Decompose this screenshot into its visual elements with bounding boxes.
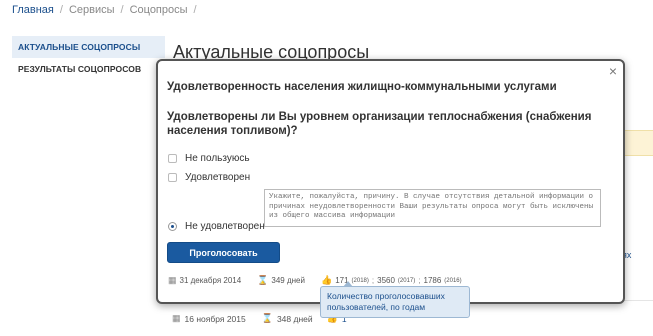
hourglass-icon: ⌛ [261, 313, 273, 323]
poll-date: 16 ноября 2015 [184, 313, 246, 324]
thumbs-up-icon: 👍 [320, 275, 333, 285]
reason-textarea[interactable] [264, 189, 601, 227]
option-label: Не удовлетворен [185, 221, 265, 232]
breadcrumb-separator: / [193, 4, 197, 16]
modal-title: Удовлетворенность населения жилищно-комм… [167, 81, 557, 93]
year-2017: (2017) [397, 277, 416, 284]
close-icon[interactable]: × [609, 63, 617, 79]
breadcrumb-separator: / [120, 4, 124, 16]
radio-not-satisfied[interactable] [168, 222, 177, 231]
breadcrumb-current: Соцопросы [129, 4, 188, 16]
radio-satisfied[interactable] [168, 173, 177, 182]
poll-question: Удовлетворены ли Вы уровнем организации … [167, 111, 592, 137]
poll-date: 31 декабря 2014 [179, 276, 242, 285]
radio-not-use[interactable] [168, 154, 177, 163]
option-not-use[interactable]: Не пользуюсь [168, 153, 250, 164]
calendar-icon: ▦ [172, 313, 181, 323]
vote-button[interactable]: Проголосовать [167, 242, 280, 263]
votes-tooltip: Количество проголосовавших пользователей… [320, 281, 470, 318]
votes-separator: ; [418, 276, 421, 285]
poll-days-left: 349 дней [271, 276, 305, 285]
poll-modal: × Удовлетворенность населения жилищно-ко… [156, 59, 625, 304]
poll-days-left: 348 дней [276, 313, 313, 324]
option-satisfied[interactable]: Удовлетворен [168, 172, 250, 183]
hourglass-icon: ⌛ [257, 275, 269, 285]
notice-banner [622, 130, 653, 156]
sidebar-item-poll-results[interactable]: РЕЗУЛЬТАТЫ СОЦОПРОСОВ [12, 58, 165, 80]
sidebar-item-actual-polls[interactable]: АКТУАЛЬНЫЕ СОЦОПРОСЫ [12, 36, 165, 58]
year-2018: (2018) [351, 277, 369, 284]
breadcrumb-separator: / [59, 4, 63, 16]
votes-2017[interactable]: 3560 [377, 276, 395, 285]
calendar-icon: ▦ [168, 275, 177, 285]
votes-separator: ; [371, 276, 375, 285]
option-not-satisfied[interactable]: Не удовлетворен [168, 221, 265, 232]
breadcrumb-services[interactable]: Сервисы [69, 4, 115, 16]
option-label: Удовлетворен [185, 172, 251, 183]
sidebar: АКТУАЛЬНЫЕ СОЦОПРОСЫ РЕЗУЛЬТАТЫ СОЦОПРОС… [12, 36, 165, 80]
votes-2016[interactable]: 1786 [424, 276, 442, 285]
breadcrumb-home[interactable]: Главная [12, 4, 54, 16]
option-label: Не пользуюсь [185, 153, 250, 164]
poll-meta: ▦ 31 декабря 2014 ⌛ 349 дней 👍 171 (2018)… [168, 275, 462, 286]
year-2016: (2016) [444, 277, 462, 284]
breadcrumb: Главная / Сервисы / Соцопросы / [12, 4, 203, 16]
